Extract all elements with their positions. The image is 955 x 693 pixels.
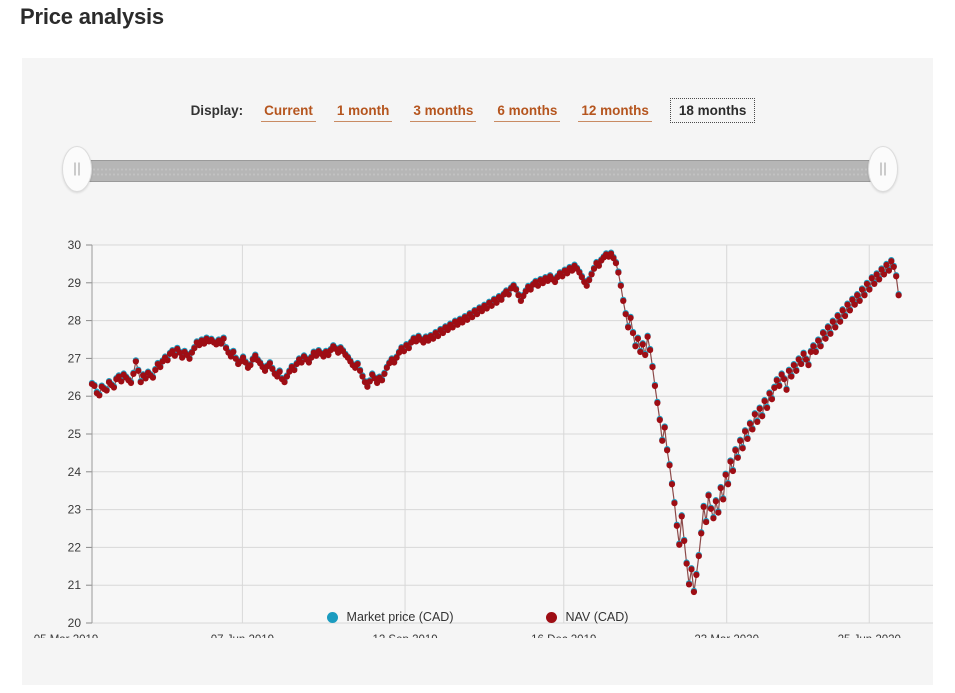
range-option-12-months[interactable]: 12 months — [578, 100, 652, 122]
display-label: Display: — [190, 103, 244, 118]
x-tick-label: 05 Mar 2019 — [34, 634, 99, 638]
x-tick-label: 23 Mar 2020 — [694, 634, 759, 638]
price-chart-svg: 2021222324252627282930 05 Mar 201907 Jun… — [34, 238, 933, 638]
range-option-1-month[interactable]: 1 month — [333, 100, 393, 122]
grip-icon — [880, 162, 887, 176]
range-option-3-months[interactable]: 3 months — [410, 100, 477, 122]
y-tick-label: 24 — [68, 465, 82, 479]
y-tick-label: 26 — [68, 389, 82, 403]
chart-legend: Market price (CAD) NAV (CAD) — [22, 610, 933, 624]
page-title: Price analysis — [20, 4, 164, 29]
legend-swatch-icon — [545, 611, 557, 623]
grip-icon — [74, 162, 81, 176]
range-option-18-months[interactable]: 18 months — [669, 98, 756, 123]
y-tick-label: 23 — [68, 503, 82, 517]
y-tick-label: 25 — [68, 427, 82, 441]
slider-track[interactable] — [86, 160, 874, 182]
x-tick-label: 12 Sep 2019 — [372, 634, 437, 638]
x-tick-label: 25 Jun 2020 — [838, 634, 901, 638]
legend-label: Market price (CAD) — [346, 610, 454, 624]
legend-item-market-price[interactable]: Market price (CAD) — [326, 610, 454, 624]
y-tick-label: 29 — [68, 276, 82, 290]
price-chart-plot: 2021222324252627282930 05 Mar 201907 Jun… — [22, 183, 933, 638]
range-option-current[interactable]: Current — [261, 100, 316, 122]
y-tick-label: 21 — [68, 578, 82, 592]
x-tick-label: 07 Jun 2019 — [211, 634, 274, 638]
y-tick-label: 22 — [68, 540, 82, 554]
y-axis-ticks: 2021222324252627282930 — [68, 238, 93, 630]
y-tick-label: 27 — [68, 351, 82, 365]
display-range-selector: Display: Current 1 month 3 months 6 months 1… — [22, 98, 933, 123]
x-tick-label: 16 Dec 2019 — [531, 634, 596, 638]
y-tick-label: 28 — [68, 314, 82, 328]
legend-item-nav[interactable]: NAV (CAD) — [545, 610, 629, 624]
legend-label: NAV (CAD) — [565, 610, 629, 624]
price-analysis-card: Display: Current 1 month 3 months 6 months 1… — [22, 58, 933, 685]
legend-swatch-icon — [326, 611, 338, 623]
x-axis-ticks: 05 Mar 2019 07 Jun 2019 12 Sep 2019 16 Dec … — [34, 634, 901, 638]
y-tick-label: 30 — [68, 238, 82, 252]
range-option-6-months[interactable]: 6 months — [494, 100, 561, 122]
